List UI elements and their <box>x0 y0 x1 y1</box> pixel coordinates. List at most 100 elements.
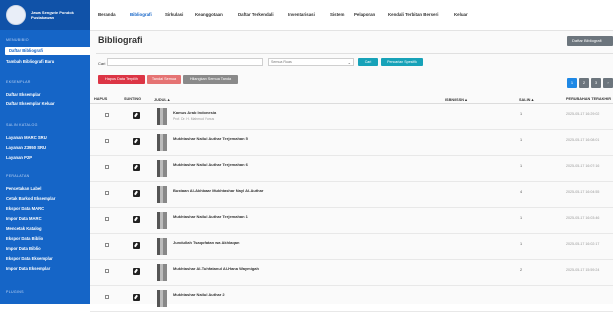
table-row: Mukhtashar Nailul Authar Terjemahan 5 1 20… <box>90 130 613 156</box>
row-copies: 1 <box>520 216 523 220</box>
edit-icon[interactable] <box>133 216 140 223</box>
table-row: Jundullah Tsaqofatan wa Akhlaqan 1 2025-05… <box>90 234 613 260</box>
sidebar-item-marc-sru[interactable]: Layanan MARC SRU <box>0 135 90 140</box>
row-title[interactable]: Kamus Arab Indonesia <box>173 110 216 115</box>
row-last-modified: 2025-05-17 16:07:16 <box>566 164 600 168</box>
top-nav: Beranda Bibliografi Sirkulasi Keanggotaa… <box>90 0 613 31</box>
main-content: Bibliografi Daftar Bibliografi Cari Semu… <box>90 31 613 312</box>
row-title[interactable]: Mukhtashar Al-Tuhfatanul Al-Hana Waymiga… <box>173 266 259 271</box>
search-input[interactable] <box>107 58 263 66</box>
sidebar: Jawa Sengwie Pondok Pustakawan MENUBIBIO… <box>0 0 91 304</box>
sidebar-item-katalog[interactable]: Mencetak Katalog <box>0 226 90 231</box>
book-cover-thumbnail <box>157 134 167 151</box>
nav-keanggotaan[interactable]: Keanggotaan <box>195 12 223 17</box>
row-checkbox[interactable] <box>105 139 109 143</box>
edit-icon[interactable] <box>133 242 140 249</box>
delete-selected-button[interactable]: Hapus Data Terpilih <box>98 75 145 84</box>
section-label: PERALATAN <box>6 174 30 178</box>
advanced-search-button[interactable]: Pencarian Spesifik <box>381 58 423 66</box>
row-checkbox[interactable] <box>105 269 109 273</box>
nav-sistem[interactable]: Sistem <box>330 12 344 17</box>
unselect-all-button[interactable]: Hilangkan Semua Tanda <box>183 75 238 84</box>
nav-terbitan-berseri[interactable]: Kendali Terbitan Berseri <box>388 12 438 17</box>
table-row: Mukhtashar Al-Tuhfatanul Al-Hana Waymiga… <box>90 260 613 286</box>
sidebar-item-eksemplar-keluar[interactable]: Daftar Eksemplar Keluar <box>0 101 90 106</box>
field-select[interactable]: Semua Ruas ⌄ <box>268 58 354 66</box>
row-checkbox[interactable] <box>105 191 109 195</box>
nav-beranda[interactable]: Beranda <box>98 12 116 17</box>
header-salin[interactable]: SALIN ▴ <box>519 97 533 102</box>
row-title[interactable]: Mukhtashar Nailul Authar Terjemahan 6 <box>173 162 248 167</box>
table-row: Bustaan Al-Akhbaar Mukhtashar Nayl Al-Au… <box>90 182 613 208</box>
row-last-modified: 2025-05-17 15:59:24 <box>566 268 600 272</box>
nav-pelaporan[interactable]: Pelaporan <box>354 12 375 17</box>
pagination: 1 2 3 › <box>567 78 613 88</box>
nav-daftar-terkendali[interactable]: Daftar Terkendali <box>238 12 274 17</box>
nav-bibliografi[interactable]: Bibliografi <box>130 12 152 17</box>
sidebar-item-barkod[interactable]: Cetak Barkod Eksemplar <box>0 196 90 201</box>
table-row: Kamus Arab Indonesia Prof. Dr. H. Mahmud … <box>90 104 613 130</box>
section-label: EKSEMPLAR <box>6 80 31 84</box>
list-bibliography-button[interactable]: Daftar Bibliografi <box>567 36 613 46</box>
edit-icon[interactable] <box>133 294 140 301</box>
row-checkbox[interactable] <box>105 217 109 221</box>
sidebar-item-ekspor-marc[interactable]: Ekspor Data MARC <box>0 206 90 211</box>
sidebar-item-p2p[interactable]: Layanan P2P <box>0 155 90 160</box>
library-logo-icon <box>6 5 26 25</box>
row-title[interactable]: Mukhtashar Nailul Authar 2 <box>173 292 225 297</box>
row-checkbox[interactable] <box>105 113 109 117</box>
edit-icon[interactable] <box>133 138 140 145</box>
brand: Jawa Sengwie Pondok Pustakawan <box>0 0 90 30</box>
book-cover-thumbnail <box>157 108 167 125</box>
sidebar-item-ekspor-eksemplar[interactable]: Ekspor Data Eksemplar <box>0 256 90 261</box>
sidebar-item-tambah-bibliografi[interactable]: Tambah Bibliografi Baru <box>0 59 90 64</box>
nav-keluar[interactable]: Keluar <box>454 12 468 17</box>
row-last-modified: 2025-05-17 16:02:17 <box>566 242 600 246</box>
row-title[interactable]: Mukhtashar Nailul Authar Terjemahan 5 <box>173 136 248 141</box>
sidebar-item-daftar-eksemplar[interactable]: Daftar Eksemplar <box>0 92 90 97</box>
sidebar-item-impor-eksemplar[interactable]: Impor Data Eksemplar <box>0 266 90 271</box>
next-page-button[interactable]: › <box>603 78 613 88</box>
book-cover-thumbnail <box>157 186 167 203</box>
sidebar-item-ekspor-biblio[interactable]: Ekspor Data Biblio <box>0 236 90 241</box>
row-checkbox[interactable] <box>105 165 109 169</box>
search-button[interactable]: Cari <box>358 58 378 66</box>
header-sunting: SUNTING <box>124 97 142 101</box>
nav-inventarisasi[interactable]: Inventarisasi <box>288 12 315 17</box>
page-3-button[interactable]: 3 <box>591 78 601 88</box>
page-1-button[interactable]: 1 <box>567 78 577 88</box>
edit-icon[interactable] <box>133 190 140 197</box>
divider <box>96 53 613 54</box>
book-cover-thumbnail <box>157 238 167 255</box>
select-all-button[interactable]: Tandai Semua <box>147 75 181 84</box>
book-cover-thumbnail <box>157 290 167 307</box>
page-2-button[interactable]: 2 <box>579 78 589 88</box>
nav-sirkulasi[interactable]: Sirkulasi <box>165 12 183 17</box>
field-select-value: Semua Ruas <box>271 60 292 64</box>
row-checkbox[interactable] <box>105 295 109 299</box>
sidebar-item-impor-biblio[interactable]: Impor Data Biblio <box>0 246 90 251</box>
row-checkbox[interactable] <box>105 243 109 247</box>
row-copies: 1 <box>520 242 523 246</box>
sidebar-item-impor-marc[interactable]: Impor Data MARC <box>0 216 90 221</box>
row-title[interactable]: Bustaan Al-Akhbaar Mukhtashar Nayl Al-Au… <box>173 188 263 193</box>
page-title: Bibliografi <box>98 35 143 45</box>
section-label: PLUGINS <box>6 290 24 294</box>
header-isbn[interactable]: ISBN/ISSN ▴ <box>445 97 467 102</box>
sidebar-item-daftar-bibliografi[interactable]: Daftar Bibliografi <box>5 47 91 55</box>
edit-icon[interactable] <box>133 112 140 119</box>
header-perubahan[interactable]: PERUBAHAN TERAKHIR <box>566 97 611 101</box>
search-label: Cari <box>98 61 106 66</box>
row-author: Prof. Dr. H. Mahmud Yunus <box>173 117 215 121</box>
row-last-modified: 2025-05-17 16:03:46 <box>566 216 600 220</box>
section-label: MENUBIBIO <box>6 38 29 42</box>
row-title[interactable]: Mukhtashar Nailul Authar Terjemahan 1 <box>173 214 248 219</box>
sidebar-item-z3950[interactable]: Layanan Z3950 SRU <box>0 145 90 150</box>
edit-icon[interactable] <box>133 164 140 171</box>
row-copies: 1 <box>520 164 523 168</box>
edit-icon[interactable] <box>133 268 140 275</box>
row-title[interactable]: Jundullah Tsaqofatan wa Akhlaqan <box>173 240 239 245</box>
table-row: Mukhtashar Nailul Authar Terjemahan 6 1 20… <box>90 156 613 182</box>
header-judul[interactable]: JUDUL ▴ <box>154 97 170 102</box>
sidebar-item-label[interactable]: Pencetakan Label <box>0 186 90 191</box>
